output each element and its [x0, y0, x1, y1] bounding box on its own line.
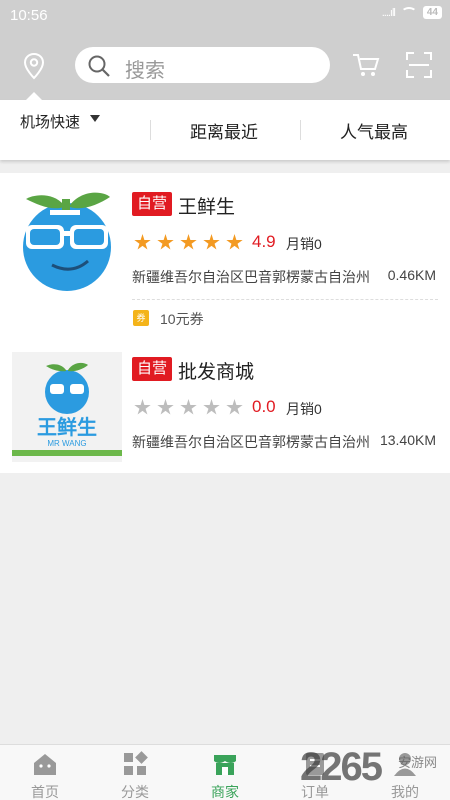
- coupon-label: 10元券: [160, 311, 204, 327]
- filter-divider: [150, 120, 151, 140]
- star-icon: [180, 399, 197, 415]
- self-operated-badge: 自营: [132, 192, 173, 216]
- nav-category[interactable]: 分类: [90, 745, 180, 800]
- battery-icon: 44: [422, 6, 442, 19]
- store-logo: [23, 192, 111, 291]
- status-time: 10:56: [10, 7, 48, 24]
- cart-icon[interactable]: [352, 52, 380, 78]
- nav-label: 商家: [211, 784, 239, 800]
- watermark: 2265: [300, 745, 383, 789]
- nav-label: 首页: [31, 784, 59, 800]
- home-icon: [34, 754, 56, 775]
- filter-divider: [300, 120, 301, 140]
- monthly-sales: 月销0: [286, 236, 322, 252]
- nav-label: 分类: [121, 784, 149, 800]
- nav-merchants[interactable]: 商家: [180, 745, 270, 800]
- star-icon: [157, 399, 174, 415]
- status-icons: ....ıll 44: [382, 6, 442, 19]
- search-icon: [88, 55, 110, 77]
- star-icon: [226, 399, 243, 415]
- filter-label: 人气最高: [340, 122, 408, 142]
- location-icon[interactable]: [22, 52, 46, 80]
- store-distance: 0.46KM: [387, 267, 436, 283]
- coupon-icon: 券: [133, 310, 149, 326]
- rating-value: 0.0: [252, 397, 276, 416]
- logo-text: 王鲜生: [37, 415, 97, 439]
- store-name: 王鲜生: [178, 197, 236, 218]
- scan-icon[interactable]: [406, 52, 432, 78]
- search-input[interactable]: 搜索: [75, 47, 330, 83]
- dropdown-arrow-icon[interactable]: [90, 115, 100, 122]
- store-logo: 王鲜生 MR WANG: [12, 352, 122, 462]
- header: 搜索: [0, 32, 450, 100]
- store-address: 新疆维吾尔自治区巴音郭楞蒙古自治州: [132, 269, 370, 285]
- watermark-subtext: 安游网: [398, 755, 438, 770]
- star-icon: [180, 234, 197, 250]
- monthly-sales: 月销0: [286, 401, 322, 417]
- filter-label: 距离最近: [190, 122, 258, 142]
- logo-subtext: MR WANG: [47, 439, 86, 448]
- filter-airport-express[interactable]: 机场快速: [20, 91, 80, 151]
- store-name: 批发商城: [178, 362, 255, 383]
- nav-home[interactable]: 首页: [0, 745, 90, 800]
- status-bar: 10:56 ....ıll 44: [0, 0, 450, 32]
- star-icon: [134, 234, 151, 250]
- store-card[interactable]: 自营 王鲜生 4.9 月销0 新疆维吾尔自治区巴音郭楞蒙古自治州 0.46KM …: [0, 173, 450, 338]
- filter-nearest[interactable]: 距离最近: [190, 100, 258, 160]
- self-operated-badge: 自营: [132, 357, 173, 381]
- star-icon: [203, 234, 220, 250]
- rating-stars: [134, 234, 243, 251]
- star-icon: [134, 399, 151, 415]
- divider: [132, 299, 438, 300]
- rating-stars: [134, 399, 243, 416]
- filter-popular[interactable]: 人气最高: [340, 100, 408, 160]
- bottom-nav: 首页 分类 商家 订单 我的: [0, 744, 450, 800]
- wifi-icon: [400, 6, 417, 19]
- store-distance: 13.40KM: [379, 432, 436, 448]
- category-icon: [124, 751, 148, 775]
- store-icon: [214, 755, 236, 775]
- rating-value: 4.9: [252, 232, 276, 251]
- star-icon: [203, 399, 220, 415]
- filter-bar: 机场快速 距离最近 人气最高: [0, 100, 450, 160]
- star-icon: [226, 234, 243, 250]
- filter-label: 机场快速: [20, 113, 81, 131]
- store-address: 新疆维吾尔自治区巴音郭楞蒙古自治州: [132, 434, 370, 450]
- star-icon: [157, 234, 174, 250]
- store-card[interactable]: 王鲜生 MR WANG 自营 批发商城 0.0 月销0 新疆维吾尔自治区巴音郭楞…: [0, 338, 450, 473]
- search-placeholder: 搜索: [125, 60, 165, 82]
- signal-icon: ....ıll: [381, 6, 396, 19]
